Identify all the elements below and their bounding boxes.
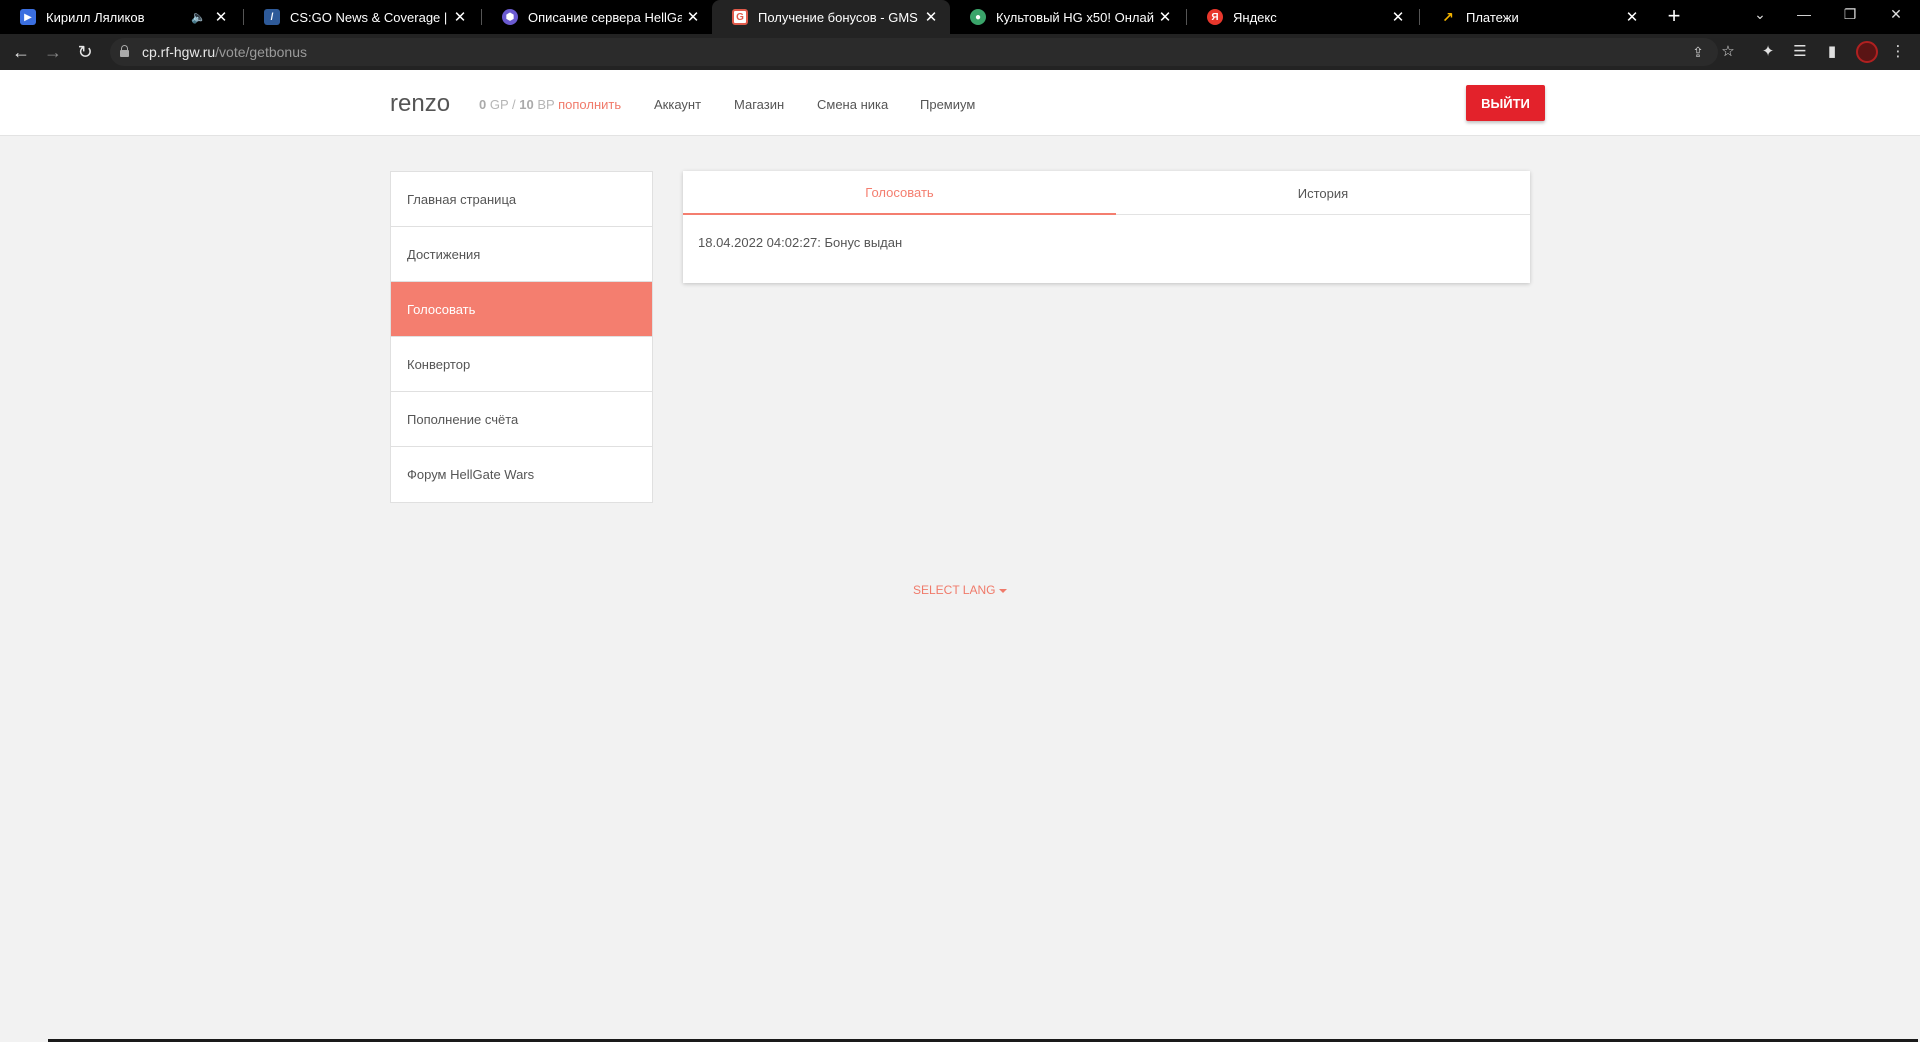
forward-icon[interactable]: → <box>41 40 65 64</box>
sidebar-item-converter[interactable]: Конвертор <box>391 337 652 392</box>
new-tab-button[interactable]: + <box>1662 5 1686 29</box>
tab-title: Платежи <box>1466 9 1519 25</box>
close-icon[interactable]: ✕ <box>1154 6 1176 28</box>
close-icon[interactable]: ✕ <box>449 6 471 28</box>
extensions-icon[interactable]: ✦ <box>1756 40 1780 64</box>
url-text[interactable]: cp.rf-hgw.ru/vote/getbonus <box>142 44 307 60</box>
gms-icon: G <box>732 9 748 25</box>
sidebar-item-topup[interactable]: Пополнение счёта <box>391 392 652 447</box>
browser-tab-active[interactable]: G Получение бонусов - GMS 2.1 ✕ <box>712 0 950 34</box>
speaker-icon[interactable]: 🔈 <box>191 10 206 24</box>
site-header: renzo 0 GP / 10 BP пополнить Аккаунт Маг… <box>0 70 1920 136</box>
tab-title: Описание сервера HellGate Wa <box>528 9 682 25</box>
bookmark-star-icon[interactable]: ☆ <box>1716 40 1740 64</box>
tab-vote[interactable]: Голосовать <box>683 171 1116 215</box>
close-icon[interactable]: ✕ <box>1621 6 1643 28</box>
browser-tab[interactable]: / CS:GO News & Coverage | HLTV ✕ <box>244 0 479 34</box>
browser-tabstrip: ▶ Кирилл Ляликов 🔈 ✕ / CS:GO News & Cove… <box>0 0 1920 34</box>
panel-tabs: Голосовать История <box>683 171 1530 215</box>
youtube-icon: ▶ <box>20 9 36 25</box>
browser-tab[interactable]: ● Культовый HG x50! Онлайн 650 ✕ <box>950 0 1184 34</box>
browser-tab[interactable]: ▶ Кирилл Ляликов 🔈 ✕ <box>0 0 240 34</box>
nav-account[interactable]: Аккаунт <box>654 97 701 112</box>
sidebar-item-vote[interactable]: Голосовать <box>391 282 652 337</box>
browser-toolbar: ← → ↻ cp.rf-hgw.ru/vote/getbonus ⇪ ☆ ☆ ✦… <box>0 34 1920 70</box>
menu-icon[interactable]: ⋮ <box>1886 40 1910 64</box>
back-icon[interactable]: ← <box>9 40 33 64</box>
server-icon: ● <box>970 9 986 25</box>
tab-title: Кирилл Ляликов <box>46 9 145 25</box>
hellgate-icon: ⬢ <box>502 9 518 25</box>
side-panel-icon[interactable]: ▮ <box>1820 40 1844 64</box>
vote-panel: Голосовать История 18.04.2022 04:02:27: … <box>683 171 1530 283</box>
tab-history[interactable]: История <box>1116 171 1530 215</box>
close-icon[interactable]: ✕ <box>920 6 942 28</box>
minimize-button[interactable]: — <box>1781 0 1827 30</box>
nav-change-nick[interactable]: Смена ника <box>817 97 888 112</box>
sidebar-menu: Главная страница Достижения Голосовать К… <box>390 171 653 503</box>
tab-search-icon[interactable]: ⌄ <box>1737 0 1783 30</box>
tab-title: Яндекс <box>1233 9 1277 25</box>
browser-tab[interactable]: Я Яндекс ✕ <box>1187 0 1417 34</box>
bonus-log-entry: 18.04.2022 04:02:27: Бонус выдан <box>698 235 903 250</box>
window-close-button[interactable]: ✕ <box>1873 0 1919 30</box>
tab-title: CS:GO News & Coverage | HLTV <box>290 9 449 25</box>
share-icon[interactable]: ⇪ <box>1688 42 1708 62</box>
topup-link[interactable]: пополнить <box>558 97 621 112</box>
restore-button[interactable]: ❐ <box>1827 0 1873 30</box>
yandex-icon: Я <box>1207 9 1223 25</box>
tab-title: Культовый HG x50! Онлайн 650 <box>996 9 1154 25</box>
profile-avatar[interactable] <box>1856 41 1878 63</box>
address-bar[interactable]: cp.rf-hgw.ru/vote/getbonus ⇪ ☆ <box>110 38 1718 66</box>
close-icon[interactable]: ✕ <box>210 6 232 28</box>
close-icon[interactable]: ✕ <box>1387 6 1409 28</box>
select-lang-dropdown[interactable]: SELECT LANG <box>913 583 1008 597</box>
logout-button[interactable]: ВЫЙТИ <box>1466 85 1545 121</box>
balance-display: 0 GP / 10 BP пополнить <box>479 97 622 112</box>
payments-icon: ↗ <box>1442 8 1454 25</box>
reload-icon[interactable]: ↻ <box>73 40 97 64</box>
username-brand[interactable]: renzo <box>390 90 450 118</box>
page-content: renzo 0 GP / 10 BP пополнить Аккаунт Маг… <box>0 70 1920 1042</box>
sidebar-item-achievements[interactable]: Достижения <box>391 227 652 282</box>
sidebar-item-forum[interactable]: Форум HellGate Wars <box>391 447 652 502</box>
nav-shop[interactable]: Магазин <box>734 97 784 112</box>
tab-title: Получение бонусов - GMS 2.1 <box>758 9 920 25</box>
sidebar-item-home[interactable]: Главная страница <box>391 172 652 227</box>
nav-premium[interactable]: Премиум <box>920 97 975 112</box>
browser-tab[interactable]: ↗ Платежи ✕ <box>1420 0 1651 34</box>
lock-icon <box>120 45 129 57</box>
browser-tab[interactable]: ⬢ Описание сервера HellGate Wa ✕ <box>482 0 712 34</box>
close-icon[interactable]: ✕ <box>682 6 704 28</box>
reading-list-icon[interactable]: ☰ <box>1788 40 1812 64</box>
caret-down-icon <box>999 588 1008 593</box>
hltv-icon: / <box>264 9 280 25</box>
